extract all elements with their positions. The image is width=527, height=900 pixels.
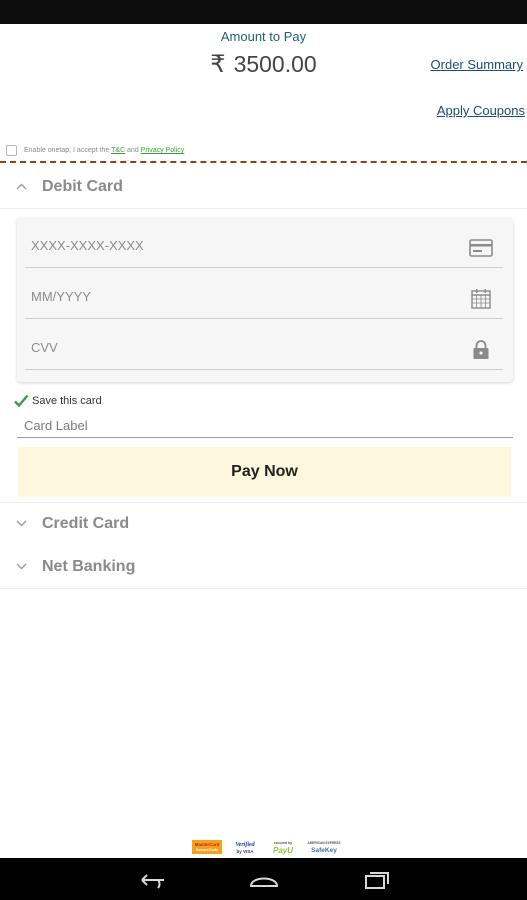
onetap-checkbox[interactable] [6,145,17,156]
expiry-input[interactable] [31,289,451,304]
lock-icon [469,339,493,361]
card-label-field[interactable] [17,414,513,438]
onetap-text: Enable onetap, I accept the T&C and Priv… [24,147,184,154]
safekey-logo: AMERICAN EXPRESS SafeKey [306,838,340,856]
save-card-label: Save this card [32,395,102,407]
tnc-link[interactable]: T&C [111,147,125,154]
header-divider [0,161,527,164]
card-number-input[interactable] [31,238,451,253]
section-debit-card-label: Debit Card [42,177,123,195]
amount-label: Amount to Pay [220,29,307,44]
home-icon[interactable] [247,868,281,892]
svg-text:SafeKey: SafeKey [311,847,337,854]
mastercard-securecode-logo: MasterCard SecureCode [191,838,222,856]
svg-text:SecureCode: SecureCode [195,848,217,852]
pay-now-button[interactable]: Pay Now [18,447,511,497]
save-card-row[interactable]: Save this card [13,393,102,409]
chevron-down-icon [0,518,42,530]
card-label-input[interactable] [24,418,464,433]
credit-card-icon [469,237,493,259]
onetap-row: Enable onetap, I accept the T&C and Priv… [6,145,184,156]
recent-apps-icon[interactable] [360,868,394,892]
section-debit-card[interactable]: Debit Card [0,165,527,209]
security-logos: MasterCard SecureCode Verified by VISA sec… [0,836,527,858]
section-net-banking-label: Net Banking [42,557,136,575]
cvv-input[interactable] [31,340,451,355]
svg-text:secured by: secured by [273,841,292,845]
cvv-field[interactable] [25,330,503,370]
svg-text:PayU: PayU [272,846,292,855]
section-credit-card[interactable]: Credit Card [0,502,527,546]
svg-text:AMERICAN EXPRESS: AMERICAN EXPRESS [307,841,340,845]
payment-header: Amount to Pay ₹3500.00 Order Summary App… [0,24,527,164]
chevron-up-icon [0,181,42,193]
order-summary-link[interactable]: Order Summary [431,57,523,72]
calendar-icon [469,288,493,310]
svg-text:MasterCard: MasterCard [194,842,219,847]
chevron-down-icon [0,561,42,573]
expiry-field[interactable] [25,279,503,319]
payu-logo: secured by PayU [268,838,298,856]
card-number-field[interactable] [25,228,503,268]
checkmark-icon[interactable] [13,393,29,409]
back-icon[interactable] [134,868,168,892]
apply-coupons-link[interactable]: Apply Coupons [437,103,525,118]
svg-text:Verified: Verified [235,842,255,848]
amount-number: 3500.00 [233,51,317,77]
section-net-banking[interactable]: Net Banking [0,545,527,589]
status-bar [0,0,527,24]
system-nav-bar [0,858,527,900]
privacy-policy-link[interactable]: Privacy Policy [141,147,185,154]
rupee-icon: ₹ [210,51,226,78]
verified-by-visa-logo: Verified by VISA [230,838,260,856]
section-credit-card-label: Credit Card [42,515,130,532]
onetap-and-text: and [127,147,139,154]
svg-text:by VISA: by VISA [236,849,254,854]
debit-card-form [17,218,513,382]
onetap-consent-text: Enable onetap, I accept the [24,147,110,154]
